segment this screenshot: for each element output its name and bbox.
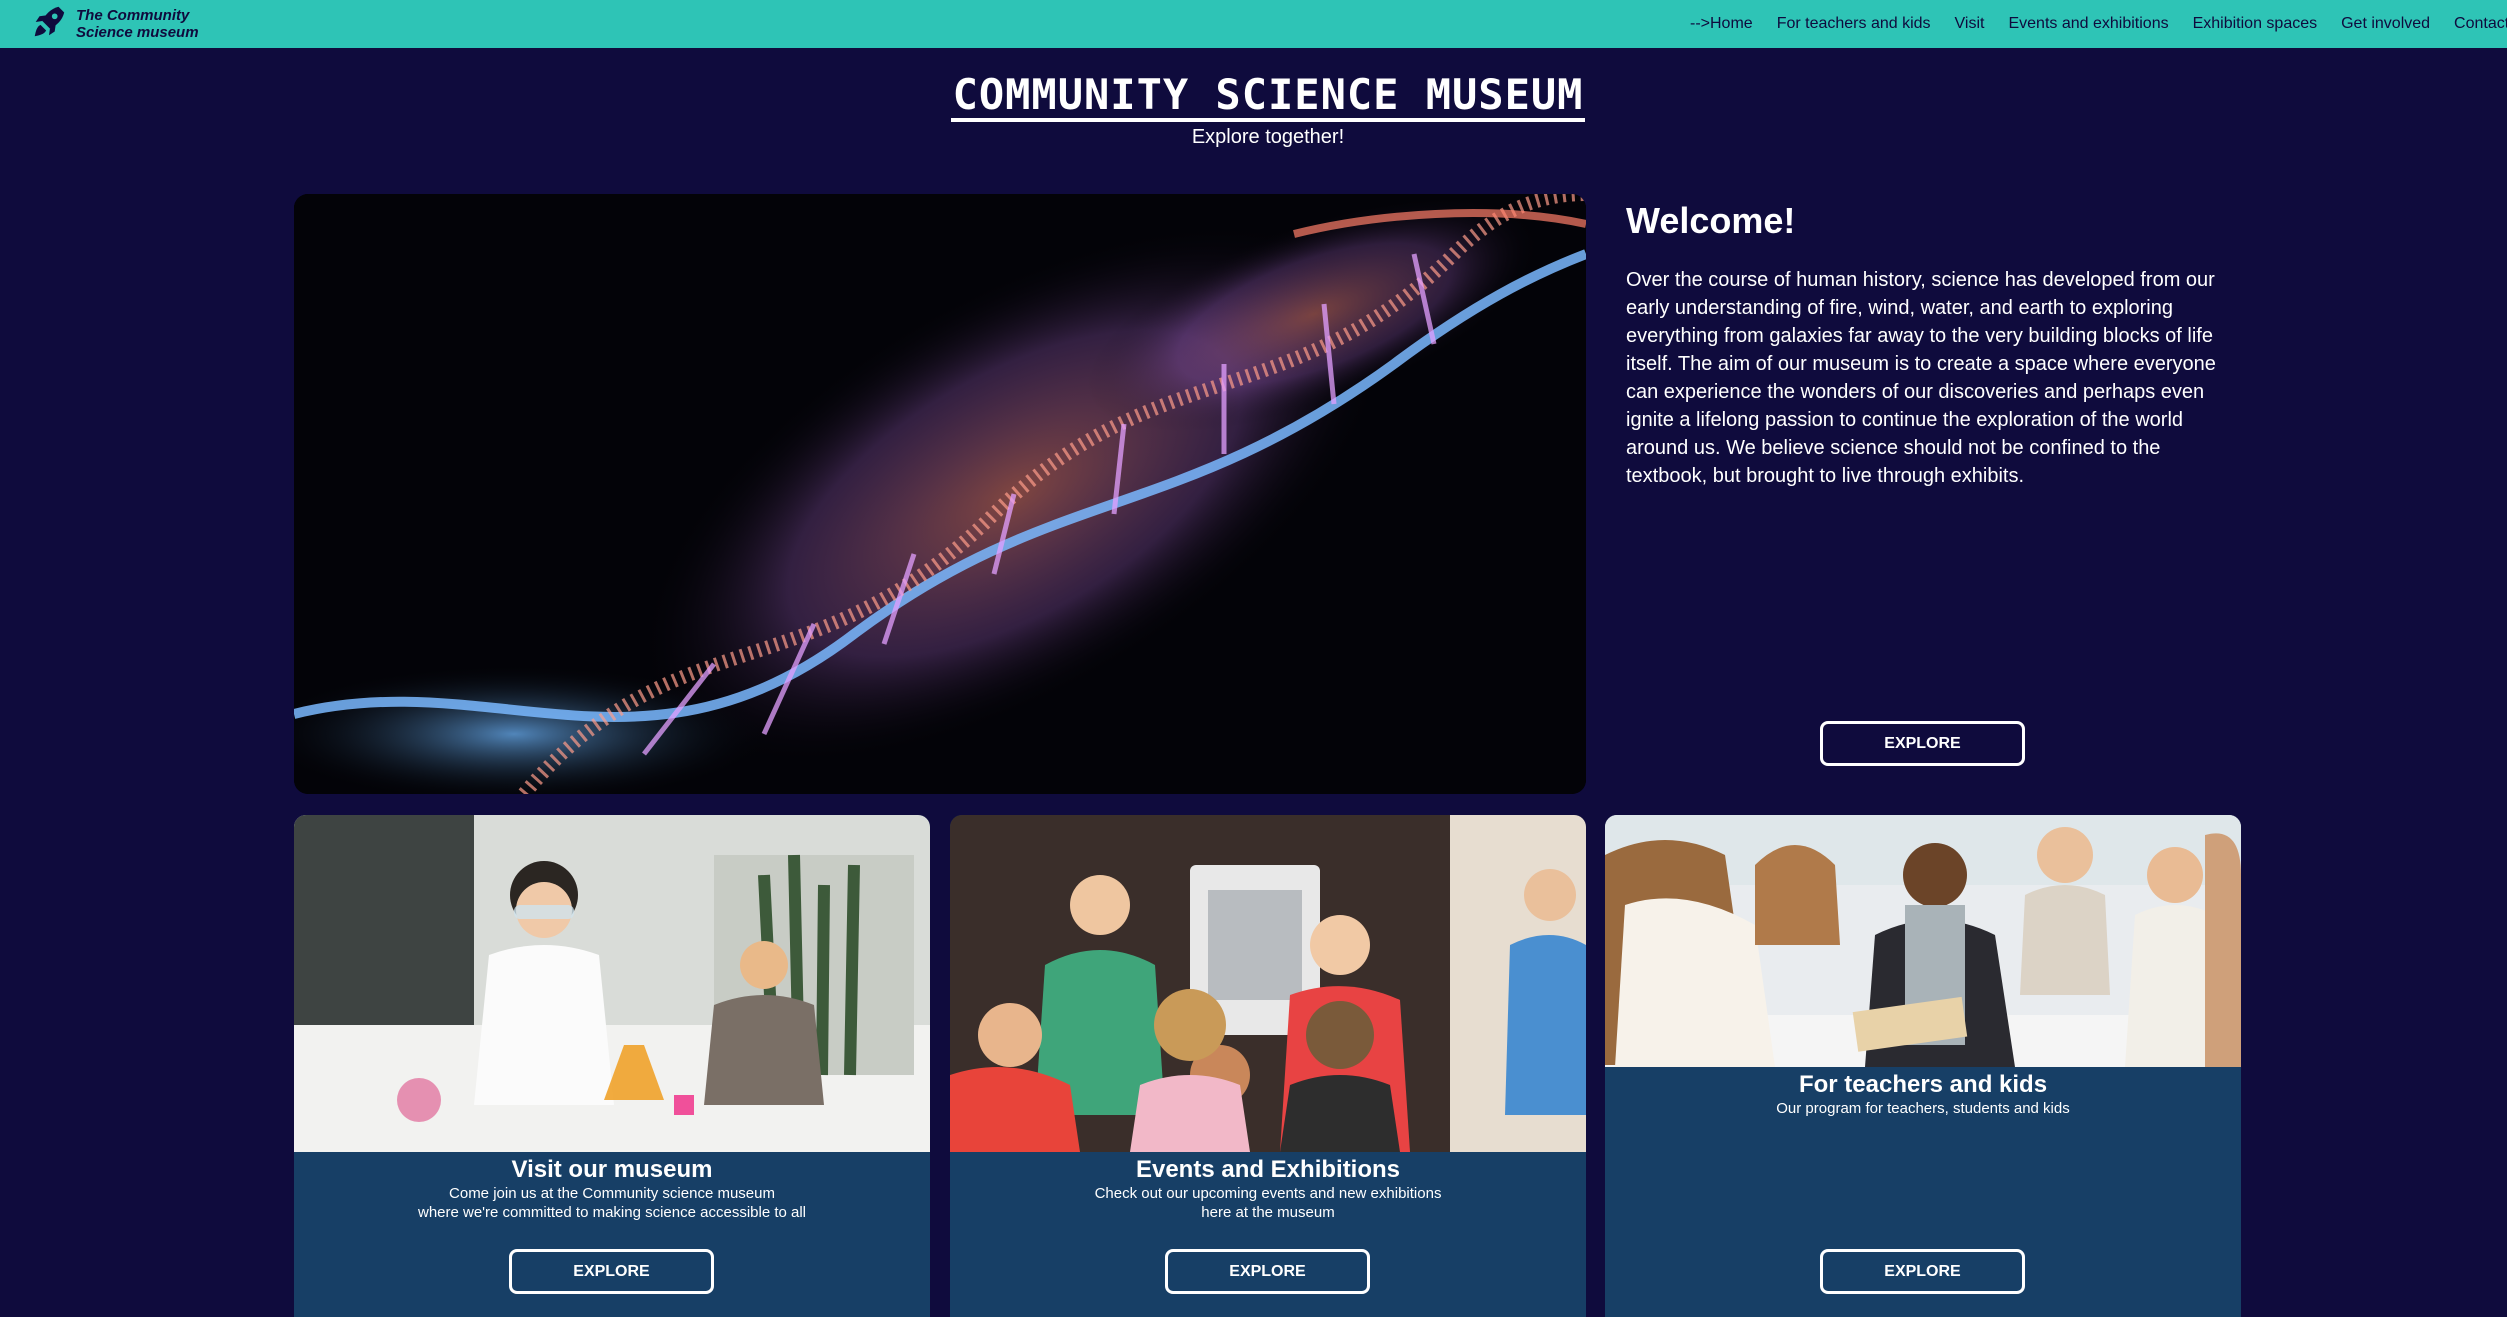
page-title: Community Science Museum: [950, 72, 1586, 122]
nav-link-home[interactable]: -->Home: [1690, 15, 1753, 33]
card-teachers-kids: For teachers and kids Our program for te…: [1605, 815, 2241, 1317]
nav-links: -->Home For teachers and kids Visit Even…: [1690, 0, 2507, 48]
card-description: Come join us at the Community science mu…: [417, 1185, 807, 1221]
nav-link-get-involved[interactable]: Get involved: [2341, 15, 2430, 33]
visit-explore-button[interactable]: EXPLORE: [509, 1249, 714, 1294]
welcome-body: Over the course of human history, scienc…: [1626, 269, 2216, 487]
welcome-explore-button[interactable]: EXPLORE: [1820, 721, 2025, 766]
events-explore-button[interactable]: EXPLORE: [1165, 1249, 1370, 1294]
nav-link-contact[interactable]: Contact: [2454, 15, 2507, 33]
site-header: Community Science Museum Explore togethe…: [0, 72, 2507, 149]
teachers-explore-button[interactable]: EXPLORE: [1820, 1249, 2025, 1294]
nav-link-events[interactable]: Events and exhibitions: [2008, 15, 2168, 33]
visit-museum-image: [294, 815, 930, 1152]
nav-link-teachers-kids[interactable]: For teachers and kids: [1777, 15, 1931, 33]
welcome-section: Welcome! Over the course of human histor…: [1626, 200, 2226, 490]
card-visit-museum: Visit our museum Come join us at the Com…: [294, 815, 930, 1317]
dna-hero-image: [294, 194, 1586, 794]
brand-name: The Community Science museum: [76, 7, 199, 41]
nav-link-visit[interactable]: Visit: [1955, 15, 1985, 33]
page-tagline: Explore together!: [1191, 126, 1345, 148]
card-description: Check out our upcoming events and new ex…: [1094, 1185, 1442, 1221]
brand-logo-link[interactable]: The Community Science museum: [30, 3, 236, 46]
teachers-kids-image: [1605, 815, 2241, 1067]
card-title: Events and Exhibitions: [1135, 1156, 1401, 1183]
card-title: For teachers and kids: [1798, 1071, 2048, 1098]
top-navbar: The Community Science museum -->Home For…: [0, 0, 2507, 48]
rocket-icon: [30, 3, 68, 46]
card-events-exhibitions: Events and Exhibitions Check out our upc…: [950, 815, 1586, 1317]
nav-link-exhibition-spaces[interactable]: Exhibition spaces: [2193, 15, 2318, 33]
events-exhibitions-image: [950, 815, 1586, 1152]
card-title: Visit our museum: [511, 1156, 713, 1183]
welcome-heading: Welcome!: [1626, 200, 1796, 241]
card-description: Our program for teachers, students and k…: [1776, 1100, 2070, 1117]
